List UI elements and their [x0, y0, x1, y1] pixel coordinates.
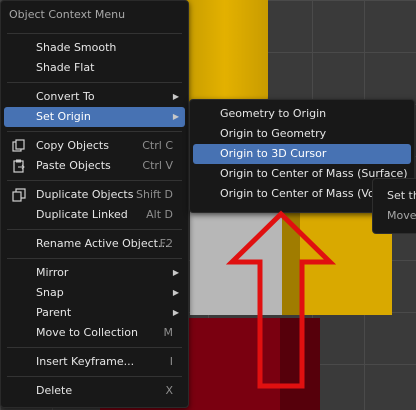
submenu-arrow-icon: ▶ [172, 268, 179, 277]
copy-icon [12, 139, 26, 153]
item-label: Duplicate Linked [36, 208, 128, 221]
origin-to-geometry-item[interactable]: Origin to Geometry [193, 124, 411, 144]
shortcut: X [165, 384, 173, 397]
item-label: Insert Keyframe... [36, 355, 135, 368]
shortcut: Shift D [136, 188, 173, 201]
shortcut: I [169, 355, 173, 368]
snap-item[interactable]: Snap ▶ [4, 283, 185, 303]
mirror-item[interactable]: Mirror ▶ [4, 263, 185, 283]
submenu-arrow-icon: ▶ [172, 288, 179, 297]
rename-active-object-item[interactable]: Rename Active Object... F2 [4, 234, 185, 254]
item-label: Move to Collection [36, 326, 138, 339]
shade-smooth-item[interactable]: Shade Smooth [4, 38, 185, 58]
tooltip-line: Set th [387, 189, 416, 202]
convert-to-item[interactable]: Convert To ▶ [4, 87, 185, 107]
delete-item[interactable]: Delete X [4, 381, 185, 401]
item-label: Convert To [36, 90, 95, 103]
item-label: Copy Objects [36, 139, 109, 152]
item-label: Origin to 3D Cursor [220, 147, 327, 160]
copy-objects-item[interactable]: Copy Objects Ctrl C [4, 136, 185, 156]
shortcut: F2 [159, 237, 173, 250]
submenu-arrow-icon: ▶ [172, 308, 179, 317]
tooltip-line: Move [387, 209, 416, 222]
origin-to-3d-cursor-item[interactable]: Origin to 3D Cursor [193, 144, 411, 164]
item-label: Rename Active Object... [36, 237, 169, 250]
separator [7, 33, 182, 34]
separator [7, 131, 182, 132]
separator [7, 258, 182, 259]
insert-keyframe-item[interactable]: Insert Keyframe... I [4, 352, 185, 372]
shortcut: Ctrl V [142, 159, 173, 172]
menu-title: Object Context Menu [9, 8, 126, 21]
item-label: Set Origin [36, 110, 91, 123]
duplicate-objects-item[interactable]: Duplicate Objects Shift D [4, 185, 185, 205]
red-annotation-arrow-icon [226, 210, 336, 389]
shade-flat-item[interactable]: Shade Flat [4, 58, 185, 78]
submenu-arrow-icon: ▶ [172, 112, 179, 121]
shortcut: Ctrl C [142, 139, 173, 152]
item-label: Shade Flat [36, 61, 95, 74]
item-label: Geometry to Origin [220, 107, 327, 120]
submenu-arrow-icon: ▶ [172, 92, 179, 101]
item-label: Duplicate Objects [36, 188, 134, 201]
object-context-menu: Object Context Menu Shade Smooth Shade F… [0, 0, 189, 408]
item-label: Snap [36, 286, 64, 299]
shortcut: Alt D [146, 208, 173, 221]
item-label: Delete [36, 384, 73, 397]
parent-item[interactable]: Parent ▶ [4, 303, 185, 323]
item-label: Paste Objects [36, 159, 111, 172]
geometry-to-origin-item[interactable]: Geometry to Origin [193, 104, 411, 124]
move-to-collection-item[interactable]: Move to Collection M [4, 323, 185, 343]
separator [7, 229, 182, 230]
tooltip: Set th Move [372, 178, 416, 234]
separator [7, 82, 182, 83]
separator [7, 376, 182, 377]
item-label: Origin to Geometry [220, 127, 327, 140]
duplicate-icon [12, 188, 26, 202]
duplicate-linked-item[interactable]: Duplicate Linked Alt D [4, 205, 185, 225]
shortcut: M [163, 326, 174, 339]
paste-objects-item[interactable]: Paste Objects Ctrl V [4, 156, 185, 176]
item-label: Shade Smooth [36, 41, 117, 54]
paste-icon [12, 159, 26, 173]
separator [7, 180, 182, 181]
item-label: Parent [36, 306, 72, 319]
item-label: Mirror [36, 266, 69, 279]
separator [7, 347, 182, 348]
set-origin-item[interactable]: Set Origin ▶ [4, 107, 185, 127]
